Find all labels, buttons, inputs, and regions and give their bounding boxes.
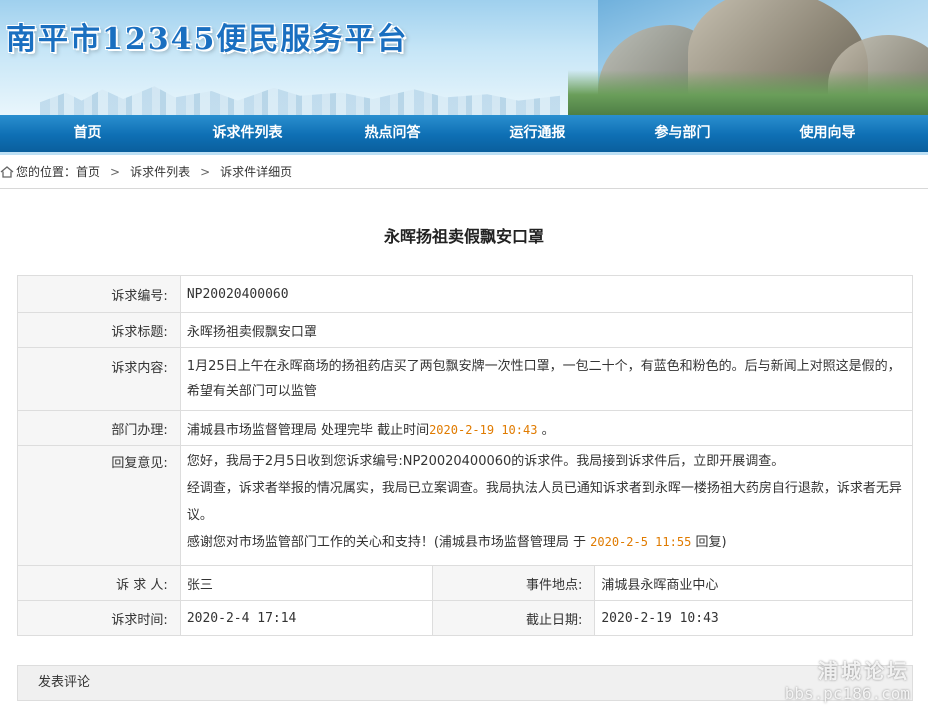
table-row: 诉求时间: 2020-2-4 17:14 截止日期: 2020-2-19 10:…	[17, 600, 913, 636]
petitioner-label: 诉 求 人:	[17, 565, 181, 601]
reply-cell: 您好，我局于2月5日收到您诉求编号:NP20020400060的诉求件。我局接到…	[179, 445, 914, 566]
nav-item-guide[interactable]: 使用向导	[755, 115, 900, 152]
reply-label: 回复意见:	[17, 445, 181, 566]
banner-skyline	[40, 86, 560, 115]
id-value: NP20020400060	[179, 275, 914, 313]
dept-deadline: 2020-2-19 10:43	[429, 422, 538, 437]
location-label: 事件地点:	[431, 565, 596, 601]
post-comment-button[interactable]: 发表评论	[17, 665, 913, 701]
reply-time: 2020-2-5 11:55	[590, 535, 692, 549]
table-row: 诉求编号: NP20020400060	[17, 275, 914, 313]
site-title: 南平市12345便民服务平台	[6, 22, 409, 57]
dept-suffix: 。	[541, 422, 555, 438]
chevron-right-icon: >	[200, 164, 211, 179]
table-row: 诉 求 人: 张三 事件地点: 浦城县永晖商业中心	[17, 565, 913, 601]
reply-line: 经调查，诉求者举报的情况属实，我局已立案调查。我局执法人员已通知诉求者到永晖一楼…	[186, 481, 902, 523]
nav-item-hot-qa[interactable]: 热点问答	[320, 115, 465, 152]
location-value: 浦城县永晖商业中心	[594, 565, 913, 601]
banner-trees	[568, 70, 928, 115]
deadline-value: 2020-2-19 10:43	[594, 600, 913, 636]
deadline-label: 截止日期:	[431, 600, 596, 636]
reply-line-signature: 感谢您对市场监管部门工作的关心和支持！(浦城县市场监督管理局 于 2020-2-…	[187, 529, 906, 556]
petition-detail-table: 诉求编号: NP20020400060 诉求标题: 永晖扬祖卖假飘安口罩 诉求内…	[17, 275, 914, 636]
dept-value: 浦城县市场监督管理局 处理完毕 截止时间	[186, 422, 430, 438]
nav-item-operation-report[interactable]: 运行通报	[465, 115, 610, 152]
nav-item-departments[interactable]: 参与部门	[610, 115, 755, 152]
home-icon	[0, 165, 14, 178]
breadcrumb-petition-list[interactable]: 诉求件列表	[130, 163, 190, 180]
reply-signature-suffix: 回复)	[691, 535, 727, 550]
breadcrumb-prefix: 您的位置：	[16, 165, 77, 179]
reply-signature-prefix: 感谢您对市场监管部门工作的关心和支持！(浦城县市场监督管理局 于	[186, 535, 591, 550]
content-value: 1月25日上午在永晖商场的扬祖药店买了两包飘安牌一次性口罩，一包二十个，有蓝色和…	[179, 347, 914, 411]
time-value: 2020-2-4 17:14	[179, 600, 433, 636]
subject-value: 永晖扬祖卖假飘安口罩	[179, 312, 914, 348]
reply-line: 您好，我局于2月5日收到您诉求编号:NP20020400060的诉求件。我局接到…	[186, 454, 785, 469]
subject-label: 诉求标题:	[17, 312, 181, 348]
table-row: 部门办理: 浦城县市场监督管理局 处理完毕 截止时间2020-2-19 10:4…	[17, 410, 914, 446]
content-label: 诉求内容:	[17, 347, 181, 411]
breadcrumb: 您的位置： 首页 > 诉求件列表 > 诉求件详细页	[0, 155, 928, 189]
dept-label: 部门办理:	[17, 410, 181, 446]
chevron-right-icon: >	[110, 164, 121, 179]
breadcrumb-home[interactable]: 首页	[76, 163, 100, 180]
id-label: 诉求编号:	[17, 275, 181, 313]
main-nav: 首页 诉求件列表 热点问答 运行通报 参与部门 使用向导	[0, 115, 928, 155]
time-label: 诉求时间:	[17, 600, 181, 636]
page-title: 永晖扬祖卖假飘安口罩	[383, 227, 544, 246]
nav-item-petition-list[interactable]: 诉求件列表	[175, 115, 320, 152]
breadcrumb-current: 诉求件详细页	[220, 165, 293, 179]
table-row: 诉求标题: 永晖扬祖卖假飘安口罩	[17, 312, 914, 348]
header-banner: 南平市12345便民服务平台	[0, 0, 928, 115]
petitioner-value: 张三	[179, 565, 433, 601]
table-row: 诉求内容: 1月25日上午在永晖商场的扬祖药店买了两包飘安牌一次性口罩，一包二十…	[17, 347, 914, 411]
dept-cell: 浦城县市场监督管理局 处理完毕 截止时间2020-2-19 10:43 。	[179, 410, 914, 446]
nav-item-home[interactable]: 首页	[0, 115, 175, 152]
table-row: 回复意见: 您好，我局于2月5日收到您诉求编号:NP20020400060的诉求…	[17, 445, 914, 566]
